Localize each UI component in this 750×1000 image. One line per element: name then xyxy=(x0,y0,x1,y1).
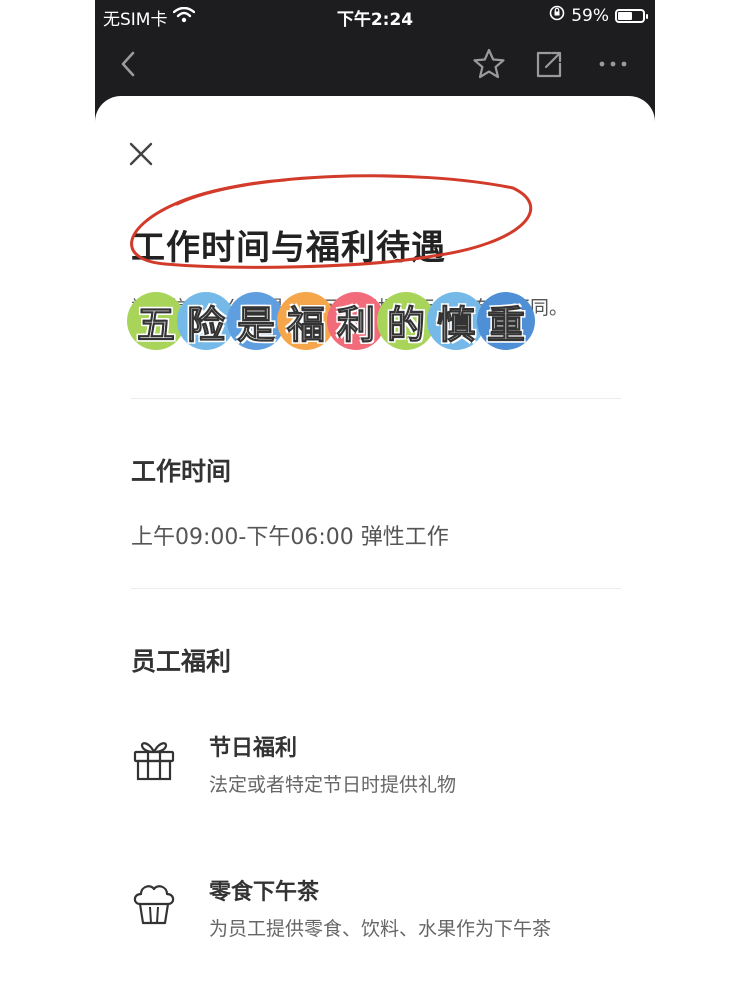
divider xyxy=(131,588,621,589)
title-sticker: 五险是福利的慎重 xyxy=(127,292,535,350)
share-button[interactable] xyxy=(529,44,569,84)
more-button[interactable] xyxy=(593,44,633,84)
gift-icon xyxy=(133,742,175,781)
benefit-desc: 法定或者特定节日时提供礼物 xyxy=(209,774,457,796)
status-bar: 无SIM卡 下午2:24 59% xyxy=(95,0,655,32)
orientation-lock-icon xyxy=(549,5,565,26)
phone-screen: 无SIM卡 下午2:24 59% 工作时间与福利待遇 五 险 是 福 利 的 慎… xyxy=(95,0,655,1000)
star-outline-icon xyxy=(473,48,505,79)
share-icon xyxy=(536,51,562,78)
cupcake-icon xyxy=(133,885,175,925)
red-circle-annotation xyxy=(130,174,533,269)
nav-bar xyxy=(95,32,655,94)
battery-fill xyxy=(618,11,632,20)
battery-percent: 59% xyxy=(571,5,609,26)
benefits-heading: 员工福利 xyxy=(131,647,232,676)
divider xyxy=(131,398,621,399)
benefit-title: 节日福利 xyxy=(209,736,298,761)
work-time-heading: 工作时间 xyxy=(131,457,232,486)
benefit-item-festival: 节日福利 法定或者特定节日时提供礼物 xyxy=(131,730,621,810)
benefits-sheet: 工作时间与福利待遇 福利信息由公司提供，可能根据实际岗位有所不同。 五险是福利的… xyxy=(95,96,655,1000)
back-button[interactable] xyxy=(109,44,149,84)
benefit-item-snacks: 零食下午茶 为员工提供零食、饮料、水果作为下午茶 xyxy=(131,874,621,954)
benefit-title: 零食下午茶 xyxy=(209,880,320,905)
more-horizontal-icon xyxy=(599,61,627,67)
chevron-left-icon xyxy=(121,51,135,77)
favorite-button[interactable] xyxy=(469,44,509,84)
battery-icon xyxy=(615,8,648,23)
close-icon xyxy=(129,142,153,166)
work-hours-text: 上午09:00-下午06:00 弹性工作 xyxy=(131,525,449,550)
close-button[interactable] xyxy=(123,136,159,172)
sticker-char: 重 xyxy=(477,292,535,350)
benefit-desc: 为员工提供零食、饮料、水果作为下午茶 xyxy=(209,918,552,940)
